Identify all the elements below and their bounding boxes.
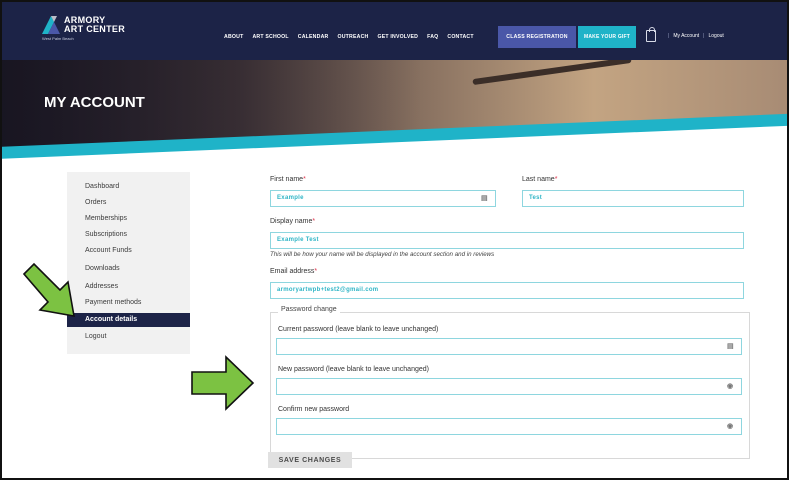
account-links: | My Account | Logout bbox=[664, 33, 724, 39]
last-name-label: Last name* bbox=[522, 176, 557, 183]
display-name-label-text: Display name bbox=[270, 218, 313, 225]
site-logo[interactable]: ARMORY ART CENTER West Palm Beach bbox=[42, 14, 132, 44]
key-card-icon[interactable]: ▤ bbox=[481, 195, 489, 202]
logo-wordmark: ARMORY ART CENTER bbox=[64, 16, 125, 34]
separator: | bbox=[703, 33, 705, 39]
nav-faq[interactable]: FAQ bbox=[427, 34, 438, 40]
required-mark: * bbox=[303, 176, 306, 183]
browser-viewport: ARMORY ART CENTER West Palm Beach ABOUT … bbox=[0, 0, 789, 480]
confirm-password-label: Confirm new password bbox=[278, 406, 350, 413]
current-password-field[interactable]: ▤ bbox=[276, 338, 742, 355]
cart-icon[interactable] bbox=[646, 27, 656, 42]
nav-outreach[interactable]: OUTREACH bbox=[337, 34, 368, 40]
sidebar-item-logout[interactable]: Logout bbox=[67, 330, 190, 344]
sidebar-item-account-funds[interactable]: Account Funds bbox=[67, 244, 190, 258]
first-name-value: Example bbox=[277, 195, 304, 201]
account-details-form: First name* Example ▤ Last name* Test Di… bbox=[264, 170, 754, 470]
my-account-link[interactable]: My Account bbox=[673, 33, 699, 39]
eye-icon[interactable]: ◉ bbox=[727, 423, 735, 430]
logo-mark-icon bbox=[42, 16, 60, 34]
annotation-arrow-down-right-icon bbox=[22, 262, 75, 317]
nav-art-school[interactable]: ART SCHOOL bbox=[252, 34, 288, 40]
separator: | bbox=[668, 33, 670, 39]
site-header: ARMORY ART CENTER West Palm Beach ABOUT … bbox=[2, 2, 787, 60]
last-name-field[interactable]: Test bbox=[522, 190, 744, 207]
display-name-field[interactable]: Example Test bbox=[270, 232, 744, 249]
password-change-legend: Password change bbox=[278, 306, 340, 313]
required-mark: * bbox=[314, 268, 318, 275]
required-mark: * bbox=[554, 176, 558, 183]
class-registration-button[interactable]: CLASS REGISTRATION bbox=[498, 26, 576, 48]
email-label-text: Email address bbox=[270, 268, 315, 275]
current-password-label: Current password (leave blank to leave u… bbox=[278, 326, 439, 333]
account-sidebar: Dashboard Orders Memberships Subscriptio… bbox=[67, 172, 190, 354]
email-field[interactable]: armoryartwpb+test2@gmail.com bbox=[270, 282, 744, 299]
sidebar-item-account-details[interactable]: Account details bbox=[67, 313, 190, 327]
new-password-label: New password (leave blank to leave uncha… bbox=[278, 366, 429, 373]
main-nav: ABOUT ART SCHOOL CALENDAR OUTREACH GET I… bbox=[224, 30, 483, 44]
eye-icon[interactable]: ◉ bbox=[727, 383, 735, 390]
sidebar-item-addresses[interactable]: Addresses bbox=[67, 280, 190, 294]
page-title: MY ACCOUNT bbox=[44, 94, 145, 111]
last-name-value: Test bbox=[529, 195, 543, 201]
make-gift-button[interactable]: MAKE YOUR GIFT bbox=[578, 26, 636, 48]
first-name-label: First name* bbox=[270, 176, 306, 183]
hero-artwork bbox=[472, 60, 632, 86]
sidebar-item-dashboard[interactable]: Dashboard bbox=[67, 180, 190, 194]
first-name-label-text: First name bbox=[270, 176, 304, 183]
sidebar-item-payment-methods[interactable]: Payment methods bbox=[67, 296, 190, 310]
key-card-icon[interactable]: ▤ bbox=[727, 343, 735, 350]
logo-line-2: ART CENTER bbox=[64, 24, 125, 34]
email-label: Email address* bbox=[270, 268, 317, 275]
annotation-arrow-right-icon bbox=[191, 355, 255, 411]
nav-get-involved[interactable]: GET INVOLVED bbox=[377, 34, 418, 40]
logo-city: West Palm Beach bbox=[42, 36, 74, 41]
display-name-label: Display name* bbox=[270, 218, 315, 225]
display-name-hint: This will be how your name will be displ… bbox=[270, 251, 495, 258]
sidebar-item-downloads[interactable]: Downloads bbox=[67, 262, 190, 276]
last-name-label-text: Last name bbox=[522, 176, 555, 183]
first-name-field[interactable]: Example ▤ bbox=[270, 190, 496, 207]
confirm-password-field[interactable]: ◉ bbox=[276, 418, 742, 435]
nav-calendar[interactable]: CALENDAR bbox=[298, 34, 329, 40]
logout-link[interactable]: Logout bbox=[708, 33, 723, 39]
save-changes-button[interactable]: SAVE CHANGES bbox=[268, 452, 352, 468]
nav-contact[interactable]: CONTACT bbox=[447, 34, 473, 40]
required-mark: * bbox=[312, 218, 316, 225]
sidebar-item-subscriptions[interactable]: Subscriptions bbox=[67, 228, 190, 242]
sidebar-item-memberships[interactable]: Memberships bbox=[67, 212, 190, 226]
new-password-field[interactable]: ◉ bbox=[276, 378, 742, 395]
display-name-value: Example Test bbox=[277, 237, 319, 243]
nav-about[interactable]: ABOUT bbox=[224, 34, 243, 40]
sidebar-item-orders[interactable]: Orders bbox=[67, 196, 190, 210]
email-value: armoryartwpb+test2@gmail.com bbox=[277, 287, 379, 293]
